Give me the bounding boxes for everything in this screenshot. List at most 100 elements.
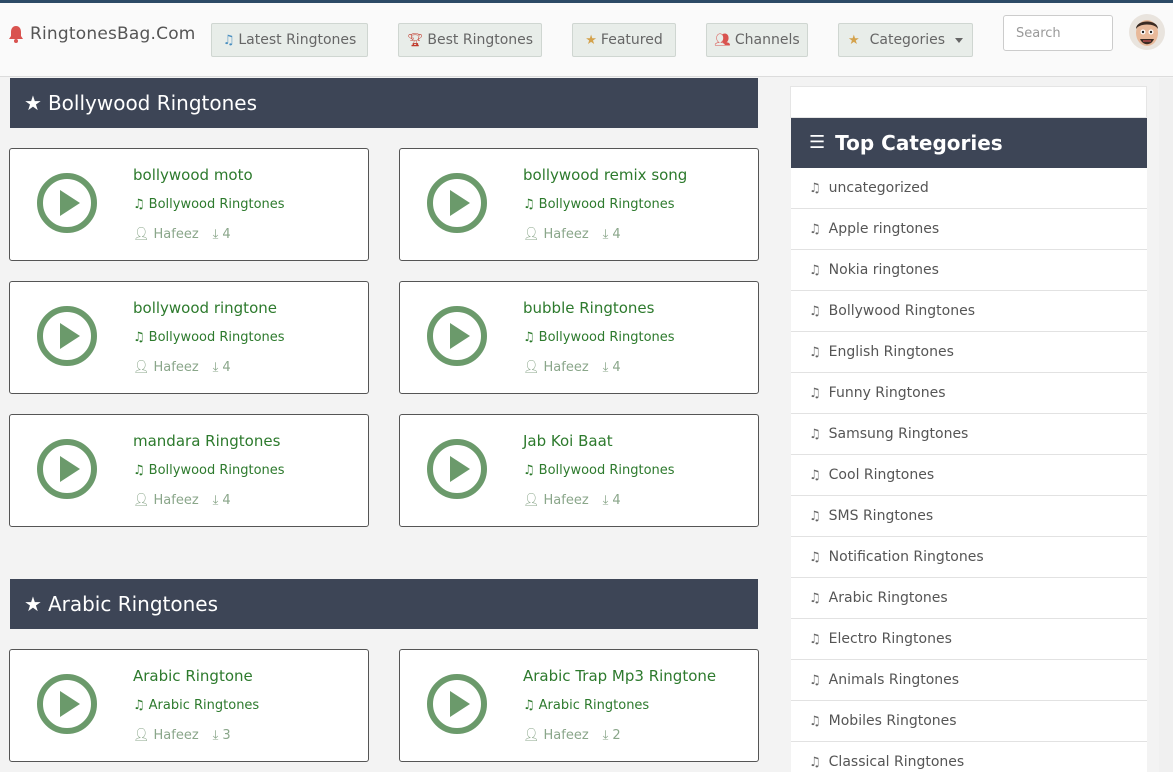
- author-label: Hafeez: [153, 360, 199, 375]
- category-item-samsung[interactable]: ♫ Samsung Ringtones: [791, 414, 1147, 455]
- ringtone-card[interactable]: bollywood ringtone ♫ Bollywood Ringtones …: [9, 281, 369, 394]
- download-count: 4: [612, 360, 621, 375]
- ringtone-card[interactable]: mandara Ringtones ♫ Bollywood Ringtones 👤…: [9, 414, 369, 527]
- ringtone-category-link[interactable]: ♫ Bollywood Ringtones: [133, 330, 285, 345]
- ringtone-title-link[interactable]: bollywood moto: [133, 166, 253, 184]
- play-circle-icon[interactable]: [36, 305, 98, 367]
- author-label: Hafeez: [153, 728, 199, 743]
- music-note-icon: ♫: [809, 221, 821, 237]
- ringtone-category-link[interactable]: ♫ Arabic Ringtones: [523, 698, 649, 713]
- category-item-electro[interactable]: ♫ Electro Ringtones: [791, 619, 1147, 660]
- play-circle-icon[interactable]: [426, 305, 488, 367]
- category-item-english[interactable]: ♫ English Ringtones: [791, 332, 1147, 373]
- ringtone-title-link[interactable]: bollywood remix song: [523, 166, 687, 184]
- nav-best-ringtones-button[interactable]: 🏆︎ Best Ringtones: [398, 23, 542, 57]
- music-note-icon: ♫: [523, 330, 535, 345]
- ringtone-meta: 👤︎ Hafeez ⤓ 4: [523, 360, 621, 375]
- music-note-icon: ♫: [809, 262, 821, 278]
- sidebar: ☰ Top Categories ♫ uncategorized ♫ Apple r…: [790, 86, 1147, 772]
- nav-featured-label: Featured: [600, 32, 663, 48]
- music-note-icon: ♫: [133, 463, 145, 478]
- ringtone-title-link[interactable]: bollywood ringtone: [133, 299, 277, 317]
- music-note-icon: ♫: [809, 180, 821, 196]
- category-item-label: English Ringtones: [828, 344, 954, 360]
- ringtone-card[interactable]: Jab Koi Baat ♫ Bollywood Ringtones 👤︎ Hafe…: [399, 414, 759, 527]
- category-item-label: Bollywood Ringtones: [828, 303, 976, 319]
- music-note-icon: ♫: [809, 590, 821, 606]
- category-item-bollywood[interactable]: ♫ Bollywood Ringtones: [791, 291, 1147, 332]
- nav-categories-dropdown[interactable]: ★ Categories: [838, 23, 973, 57]
- play-circle-icon[interactable]: [426, 438, 488, 500]
- download-icon: ⤓: [212, 360, 219, 375]
- category-item-apple[interactable]: ♫ Apple ringtones: [791, 209, 1147, 250]
- avatar[interactable]: [1129, 14, 1165, 50]
- top-categories-header: ☰ Top Categories: [791, 118, 1147, 168]
- search-input[interactable]: [1003, 15, 1113, 51]
- play-circle-icon[interactable]: [426, 673, 488, 735]
- category-item-cool[interactable]: ♫ Cool Ringtones: [791, 455, 1147, 496]
- play-circle-icon[interactable]: [426, 172, 488, 234]
- category-label: Arabic Ringtones: [538, 698, 650, 713]
- ringtone-card[interactable]: bollywood moto ♫ Bollywood Ringtones 👤︎ Ha…: [9, 148, 369, 261]
- category-label: Bollywood Ringtones: [538, 197, 675, 212]
- author-label: Hafeez: [153, 493, 199, 508]
- category-item-mobiles[interactable]: ♫ Mobiles Ringtones: [791, 701, 1147, 742]
- brand-link[interactable]: RingtonesBag.Com: [8, 23, 196, 45]
- ringtone-category-link[interactable]: ♫ Bollywood Ringtones: [133, 197, 285, 212]
- category-item-sms[interactable]: ♫ SMS Ringtones: [791, 496, 1147, 537]
- download-count: 4: [222, 227, 231, 242]
- download-count: 4: [612, 227, 621, 242]
- ringtone-title-link[interactable]: bubble Ringtones: [523, 299, 654, 317]
- download-count: 3: [222, 728, 231, 743]
- play-circle-icon[interactable]: [36, 438, 98, 500]
- ringtone-category-link[interactable]: ♫ Bollywood Ringtones: [523, 330, 675, 345]
- category-item-arabic[interactable]: ♫ Arabic Ringtones: [791, 578, 1147, 619]
- ringtone-title-link[interactable]: Jab Koi Baat: [523, 432, 613, 450]
- user-icon: 👤︎: [523, 493, 540, 508]
- page-scrollbar[interactable]: [1159, 78, 1173, 772]
- brand-name: RingtonesBag.Com: [30, 24, 196, 44]
- category-item-animals[interactable]: ♫ Animals Ringtones: [791, 660, 1147, 701]
- author-label: Hafeez: [543, 493, 589, 508]
- category-item-label: Arabic Ringtones: [828, 590, 948, 606]
- nav-latest-ringtones-button[interactable]: ♫ Latest Ringtones: [211, 23, 368, 57]
- category-item-notification[interactable]: ♫ Notification Ringtones: [791, 537, 1147, 578]
- category-item-label: uncategorized: [828, 180, 929, 196]
- author-label: Hafeez: [543, 360, 589, 375]
- category-label: Bollywood Ringtones: [148, 330, 285, 345]
- user-icon: 👤︎: [523, 360, 540, 375]
- category-item-nokia[interactable]: ♫ Nokia ringtones: [791, 250, 1147, 291]
- ringtone-title-link[interactable]: mandara Ringtones: [133, 432, 280, 450]
- download-icon: ⤓: [602, 227, 609, 242]
- ringtone-title-link[interactable]: Arabic Trap Mp3 Ringtone: [523, 667, 716, 685]
- category-item-uncategorized[interactable]: ♫ uncategorized: [791, 168, 1147, 209]
- ringtone-category-link[interactable]: ♫ Bollywood Ringtones: [523, 463, 675, 478]
- ringtone-category-link[interactable]: ♫ Bollywood Ringtones: [133, 463, 285, 478]
- ringtone-meta: 👤︎ Hafeez ⤓ 4: [133, 227, 231, 242]
- nav-featured-button[interactable]: ★ Featured: [572, 23, 676, 57]
- play-circle-icon[interactable]: [36, 172, 98, 234]
- ringtone-category-link[interactable]: ♫ Bollywood Ringtones: [523, 197, 675, 212]
- users-icon: 👥︎: [714, 32, 731, 48]
- music-note-icon: ♫: [809, 303, 821, 319]
- user-avatar-icon: [1129, 14, 1165, 50]
- category-item-classical[interactable]: ♫ Classical Ringtones: [791, 742, 1147, 772]
- ringtone-card[interactable]: Arabic Trap Mp3 Ringtone ♫ Arabic Rington…: [399, 649, 759, 762]
- music-note-icon: ♫: [133, 698, 145, 713]
- category-item-funny[interactable]: ♫ Funny Ringtones: [791, 373, 1147, 414]
- category-item-label: Mobiles Ringtones: [828, 713, 957, 729]
- category-item-label: Samsung Ringtones: [828, 426, 969, 442]
- ringtone-card[interactable]: bubble Ringtones ♫ Bollywood Ringtones 👤︎…: [399, 281, 759, 394]
- category-item-label: Cool Ringtones: [828, 467, 935, 483]
- nav-channels-button[interactable]: 👥︎ Channels: [706, 23, 808, 57]
- music-note-icon: ♫: [809, 467, 821, 483]
- ringtone-category-link[interactable]: ♫ Arabic Ringtones: [133, 698, 259, 713]
- ringtone-title-link[interactable]: Arabic Ringtone: [133, 667, 253, 685]
- user-icon: 👤︎: [523, 227, 540, 242]
- ringtone-card[interactable]: bollywood remix song ♫ Bollywood Ringtone…: [399, 148, 759, 261]
- category-label: Bollywood Ringtones: [148, 197, 285, 212]
- bell-icon: [9, 26, 23, 43]
- ringtone-card[interactable]: Arabic Ringtone ♫ Arabic Ringtones 👤︎ Hafe…: [9, 649, 369, 762]
- play-circle-icon[interactable]: [36, 673, 98, 735]
- music-note-icon: ♫: [809, 672, 821, 688]
